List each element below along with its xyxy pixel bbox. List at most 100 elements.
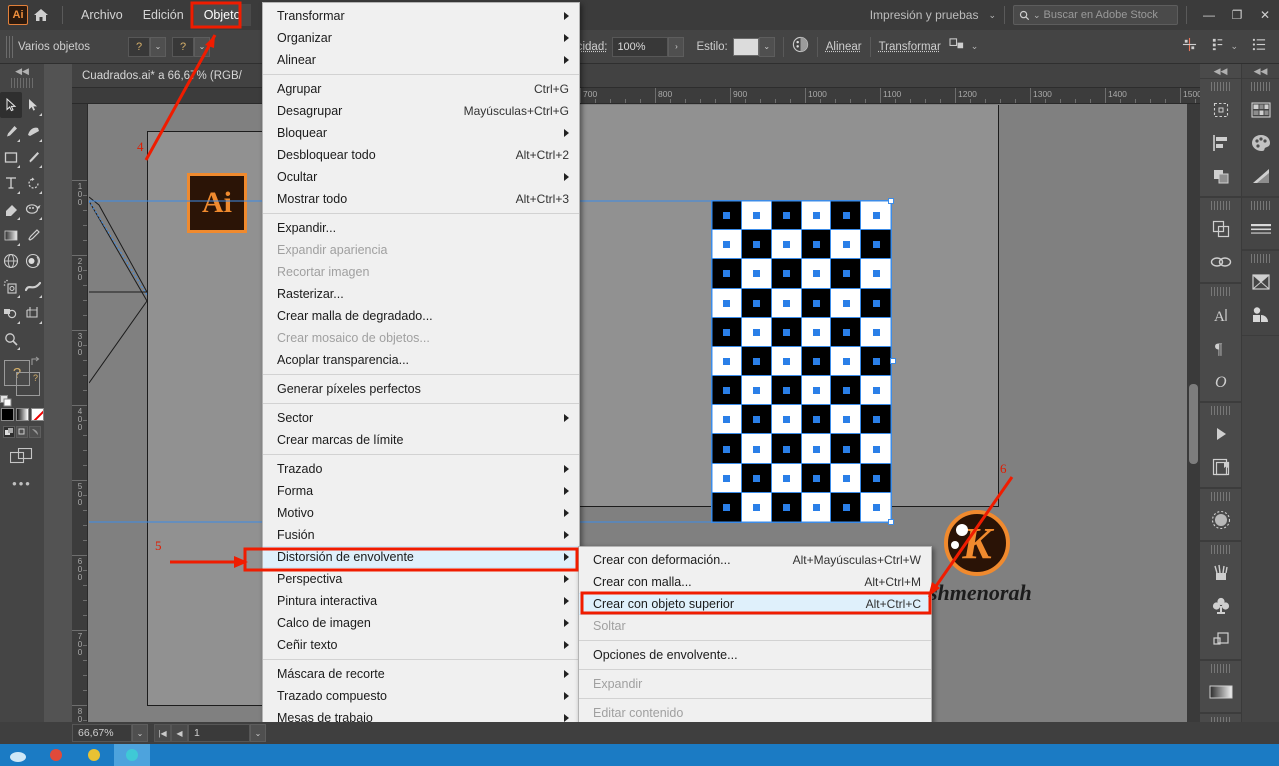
checker-cell[interactable] xyxy=(860,491,892,523)
anchor-point[interactable] xyxy=(783,270,791,278)
checker-cell[interactable] xyxy=(800,462,833,494)
checker-cell[interactable] xyxy=(740,345,773,378)
mesh-tool[interactable] xyxy=(0,248,22,274)
anchor-point[interactable] xyxy=(753,387,761,395)
checker-cell[interactable] xyxy=(770,316,803,348)
symbols-panel-icon[interactable] xyxy=(1200,556,1241,589)
checker-cell[interactable] xyxy=(740,258,773,290)
menu-objeto[interactable]: Objeto xyxy=(193,4,251,26)
panel-grip-2[interactable] xyxy=(1210,201,1231,210)
shape-builder-tool[interactable] xyxy=(0,300,22,326)
checker-cell[interactable] xyxy=(830,433,863,465)
checker-cell[interactable] xyxy=(711,258,743,290)
checker-cell[interactable] xyxy=(860,258,892,290)
links-panel-icon[interactable] xyxy=(1200,245,1241,278)
distribute-spacing-icon[interactable] xyxy=(1182,37,1211,57)
anchor-point[interactable] xyxy=(812,241,820,249)
restore-button[interactable]: ❐ xyxy=(1223,0,1251,30)
checker-cell[interactable] xyxy=(740,462,773,494)
vertical-scrollbar[interactable] xyxy=(1187,104,1200,744)
graphic-styles-panel-icon[interactable] xyxy=(1200,589,1241,622)
anchor-point[interactable] xyxy=(872,474,880,482)
blend-tool[interactable] xyxy=(22,248,44,274)
panel-grip-4[interactable] xyxy=(1210,406,1231,415)
anchor-point[interactable] xyxy=(753,212,761,220)
anchor-point[interactable] xyxy=(723,416,731,424)
horizontal-ruler[interactable]: 700 800 900 1000 1100 1200 1300 1400 1500 xyxy=(72,88,1200,104)
menu-item-crear-malla-de-degradado[interactable]: Crear malla de degradado... xyxy=(263,305,579,327)
anchor-point[interactable] xyxy=(723,387,731,395)
actions-panel-icon[interactable] xyxy=(1200,417,1241,450)
checker-cell[interactable] xyxy=(830,491,863,523)
menu-item-motivo[interactable]: Motivo xyxy=(263,502,579,524)
checker-cell[interactable] xyxy=(770,258,803,290)
anchor-point[interactable] xyxy=(842,212,850,220)
menu-item-generar-píxeles-perfectos[interactable]: Generar píxeles perfectos xyxy=(263,378,579,400)
anchor-point[interactable] xyxy=(723,503,731,511)
checker-cell[interactable] xyxy=(860,345,892,378)
anchor-point[interactable] xyxy=(753,328,761,336)
anchor-point[interactable] xyxy=(872,212,880,220)
opacity-stepper[interactable]: › xyxy=(668,36,685,57)
panel-options-icon[interactable] xyxy=(1252,38,1279,56)
anchor-point[interactable] xyxy=(842,416,850,424)
menu-item-rasterizar[interactable]: Rasterizar... xyxy=(263,283,579,305)
direct-selection-tool[interactable] xyxy=(22,92,44,118)
anchor-point[interactable] xyxy=(753,416,761,424)
taskbar-start-icon[interactable] xyxy=(0,744,36,766)
anchor-point[interactable] xyxy=(872,503,880,511)
default-fill-stroke-icon[interactable] xyxy=(0,395,13,408)
menu-item-trazado[interactable]: Trazado xyxy=(263,458,579,480)
menu-item-expandir[interactable]: Expandir... xyxy=(263,217,579,239)
recolor-artwork-icon[interactable] xyxy=(792,36,809,58)
collapse-panels-icon-left[interactable]: ◀◀ xyxy=(1200,64,1241,78)
checker-cell[interactable] xyxy=(860,462,892,494)
menu-item-fusión[interactable]: Fusión xyxy=(263,524,579,546)
stroke-dropdown[interactable]: ⌄ xyxy=(194,36,210,57)
checker-cell[interactable] xyxy=(830,287,863,319)
anchor-point[interactable] xyxy=(812,212,820,220)
paintbrush-tool[interactable] xyxy=(22,144,44,170)
zoom-tool[interactable] xyxy=(0,326,22,352)
menu-item-forma[interactable]: Forma xyxy=(263,480,579,502)
checker-cell[interactable] xyxy=(830,199,863,232)
type-tool[interactable] xyxy=(0,170,22,196)
menu-item-desbloquear-todo[interactable]: Desbloquear todo Alt+Ctrl+2 xyxy=(263,144,579,166)
workspace-chevron-down-icon[interactable]: ⌄ xyxy=(988,10,996,21)
draw-behind-icon[interactable] xyxy=(16,426,28,438)
anchor-point[interactable] xyxy=(783,357,791,365)
tools-collapse-icon[interactable]: ◀◀ xyxy=(0,64,44,78)
menu-item-desagrupar[interactable]: Desagrupar Mayúsculas+Ctrl+G xyxy=(263,100,579,122)
anchor-point[interactable] xyxy=(723,474,731,482)
close-button[interactable]: ✕ xyxy=(1251,0,1279,30)
artboard-tool[interactable] xyxy=(22,300,44,326)
anchor-point[interactable] xyxy=(783,387,791,395)
curvature-tool[interactable] xyxy=(22,118,44,144)
anchor-point[interactable] xyxy=(723,241,731,249)
anchor-point[interactable] xyxy=(872,241,880,249)
checker-cell[interactable] xyxy=(830,462,863,494)
anchor-point[interactable] xyxy=(872,357,880,365)
anchor-point[interactable] xyxy=(723,445,731,453)
search-chevron-down-icon[interactable]: ⌄ xyxy=(1033,10,1041,21)
anchor-point[interactable] xyxy=(783,241,791,249)
stroke-swatch[interactable]: ? xyxy=(16,372,40,396)
anchor-point[interactable] xyxy=(753,445,761,453)
checker-cell[interactable] xyxy=(711,375,743,407)
checkerboard-artwork[interactable] xyxy=(711,199,892,523)
menu-item-perspectiva[interactable]: Perspectiva xyxy=(263,568,579,590)
arrange-chevron-down-icon[interactable]: ⌄ xyxy=(966,41,979,52)
anchor-point[interactable] xyxy=(842,503,850,511)
style-dropdown[interactable]: ⌄ xyxy=(758,36,775,57)
draw-inside-icon[interactable] xyxy=(29,426,41,438)
selection-handle-right[interactable] xyxy=(890,358,896,364)
checker-cell[interactable] xyxy=(830,404,863,436)
checker-cell[interactable] xyxy=(860,375,892,407)
checker-cell[interactable] xyxy=(860,287,892,319)
panel-grip-7[interactable] xyxy=(1210,664,1231,673)
panel-grip-r3[interactable] xyxy=(1250,254,1271,263)
checker-cell[interactable] xyxy=(770,287,803,319)
eraser-tool[interactable] xyxy=(0,196,22,222)
checker-cell[interactable] xyxy=(830,258,863,290)
menu-item-agrupar[interactable]: Agrupar Ctrl+G xyxy=(263,78,579,100)
